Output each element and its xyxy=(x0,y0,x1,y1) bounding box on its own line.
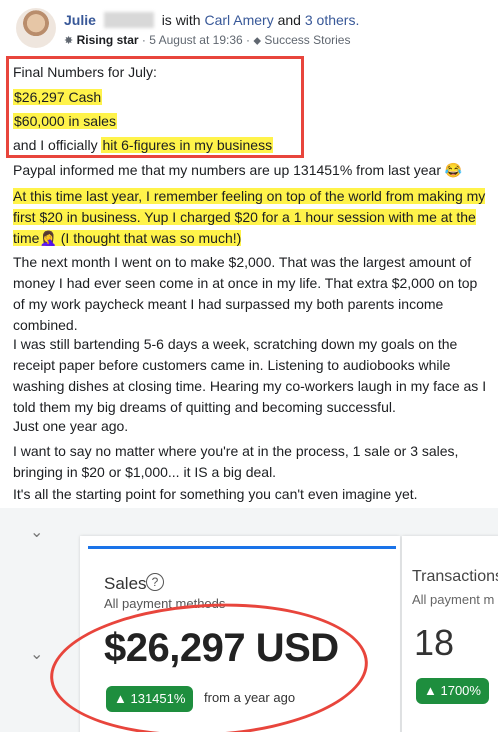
paragraph-one-year: Just one year ago. xyxy=(13,418,129,434)
and-text: and xyxy=(277,12,301,28)
rising-star-badge[interactable]: Rising star xyxy=(77,33,139,47)
others-link[interactable]: 3 others. xyxy=(305,12,359,28)
paragraph-last-year: At this time last year, I remember feeli… xyxy=(13,188,486,246)
final-numbers-line: Final Numbers for July: xyxy=(13,64,157,80)
cash-line: $26,297 Cash xyxy=(13,89,103,105)
avatar[interactable] xyxy=(16,8,56,48)
group-link[interactable]: Success Stories xyxy=(264,33,350,47)
author-name[interactable]: Julie xyxy=(64,12,96,28)
six-figures-highlight: hit 6-figures in my business xyxy=(101,137,274,153)
chevron-down-icon: ⌄ xyxy=(30,646,44,663)
facebook-post: Julie is with Carl Amery and 3 others. ✸… xyxy=(0,0,498,506)
help-icon: ? xyxy=(146,573,164,591)
six-figures-line: and I officially hit 6-figures in my bus… xyxy=(13,137,274,153)
transactions-growth-badge: ▲ 1700% xyxy=(416,678,489,704)
paragraph-starting-point: It's all the starting point for somethin… xyxy=(13,486,418,502)
sales-line: $60,000 in sales xyxy=(13,113,117,129)
payment-methods-label-2: All payment m xyxy=(412,592,495,607)
tag-icon: ⬥ xyxy=(253,35,262,47)
paragraph-paypal: Paypal informed me that my numbers are u… xyxy=(13,162,463,178)
star-icon: ✸ xyxy=(64,35,74,47)
with-text: is with xyxy=(161,12,201,28)
post-date[interactable]: 5 August at 19:36 xyxy=(149,33,242,47)
transactions-label: Transactions xyxy=(412,568,498,585)
post-photo[interactable]: ⌄ ⌄ Sales ? All payment methods $26,297 … xyxy=(0,508,498,732)
chevron-down-icon: ⌄ xyxy=(30,524,44,541)
transactions-count: 18 xyxy=(414,622,455,663)
paragraph-next-month: The next month I went on to make $2,000.… xyxy=(13,254,478,333)
post-header: Julie is with Carl Amery and 3 others. xyxy=(64,12,359,28)
tagged-user[interactable]: Carl Amery xyxy=(204,12,273,28)
paragraph-big-deal: I want to say no matter where you're at … xyxy=(13,443,459,480)
post-meta: ✸ Rising star · 5 August at 19:36 · ⬥ Su… xyxy=(64,33,351,47)
active-tab-indicator xyxy=(88,546,396,549)
sales-label: Sales xyxy=(104,574,147,593)
paragraph-bartending: I was still bartending 5-6 days a week, … xyxy=(13,336,487,415)
redacted-name xyxy=(103,12,154,28)
